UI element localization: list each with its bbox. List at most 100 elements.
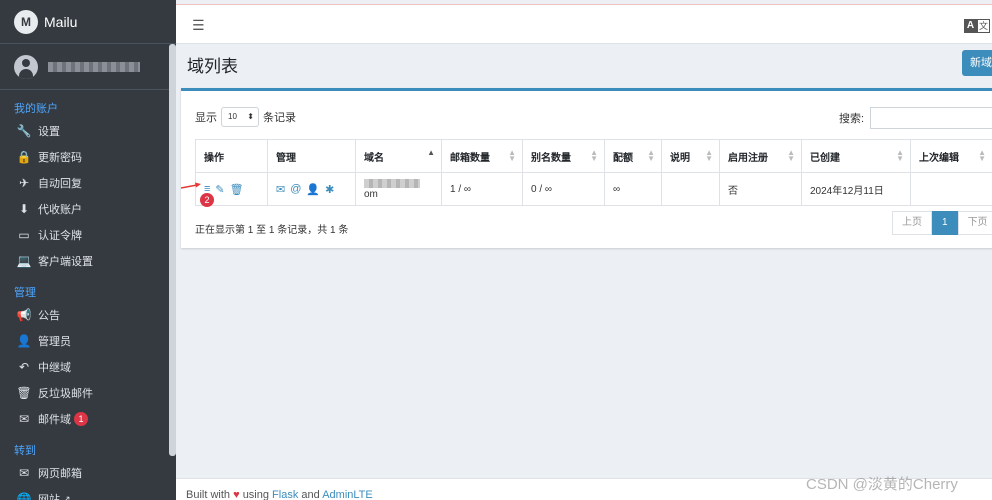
nav-item-label: 网页邮箱 (38, 468, 82, 480)
col-header-comment[interactable]: 说明 ▲ ▼ (661, 139, 720, 173)
domain-list-card: 显示 10 ⬍ 条记录 搜索: 操作 管理 域名 ▲ 邮箱数量 ▲ ▼ 别名数量 ▲ ▼ … (181, 88, 992, 248)
alternatives-icon[interactable]: ✱ (325, 183, 334, 196)
nav-item-label: 公告 (38, 310, 60, 322)
envelope-icon: ✉ (18, 412, 30, 426)
page-size-select[interactable]: 10 ⬍ (221, 107, 259, 127)
table-info: 正在显示第 1 至 1 条记录，共 1 条 (195, 225, 349, 236)
annotation-badge: 1 (74, 412, 88, 426)
col-header-mailboxes[interactable]: 邮箱数量 ▲ ▼ (441, 139, 523, 173)
nav-item-settings[interactable]: 🔧 设置 (0, 118, 176, 144)
domain-table: 操作 管理 域名 ▲ 邮箱数量 ▲ ▼ 别名数量 ▲ ▼ 配额 ▲ ▼ 说明 ▲ ▼ 启用注册 ▲ ▼… (195, 139, 992, 206)
sort-icon: ▲ ▼ (978, 148, 986, 163)
prev-page-button[interactable]: 上页 (892, 211, 932, 235)
wrench-icon: 🔧 (16, 124, 32, 138)
page-size-value: 10 (228, 112, 237, 121)
cell-mailbox-count: 1 / ∞ (441, 172, 523, 206)
menu-toggle-icon[interactable]: ☰ (192, 17, 205, 34)
col-header-manage: 管理 (267, 139, 356, 173)
adminlte-link[interactable]: AdminLTE (322, 489, 373, 500)
nav-item-webmail[interactable]: ✉ 网页邮箱 (0, 460, 176, 486)
user-name-redacted (48, 61, 140, 72)
page-1-button[interactable]: 1 (932, 211, 958, 235)
search-label: 搜索: (839, 113, 865, 125)
nav-item-mail-domains[interactable]: ✉ 邮件域 1 (0, 406, 176, 432)
show-prefix: 显示 (195, 112, 217, 124)
ticket-icon: ▭ (18, 228, 30, 242)
new-domain-button[interactable]: 新域 (962, 50, 992, 76)
pagination: 上页 1 下页 (892, 211, 992, 235)
annotation-step-marker: 2 (200, 193, 214, 207)
sort-icon: ▲ ▼ (508, 148, 516, 163)
nav-item-label: 中继域 (38, 362, 71, 374)
flask-link[interactable]: Flask (272, 489, 298, 500)
sort-asc-icon: ▲ (427, 148, 435, 157)
show-suffix: 条记录 (263, 112, 296, 124)
nav-item-label: 设置 (38, 126, 60, 138)
col-header-actions: 操作 (195, 139, 268, 173)
col-header-updated[interactable]: 上次编辑 ▲ ▼ (910, 139, 992, 173)
col-header-quota[interactable]: 配额 ▲ ▼ (604, 139, 662, 173)
annotation-arrow-icon (181, 182, 201, 189)
nav-item-label: 更新密码 (38, 152, 82, 164)
select-caret-icon: ⬍ (247, 112, 254, 121)
nav-item-label: 客户端设置 (38, 256, 93, 268)
brand-link[interactable]: M Mailu (0, 0, 176, 44)
table-header-row: 操作 管理 域名 ▲ 邮箱数量 ▲ ▼ 别名数量 ▲ ▼ 配额 ▲ ▼ 说明 ▲ ▼ 启用注册 ▲ ▼… (195, 139, 992, 173)
lock-icon: 🔒 (16, 150, 32, 164)
nav-item-password[interactable]: 🔒 更新密码 (0, 144, 176, 170)
nav-item-label: 反垃圾邮件 (38, 388, 93, 400)
sort-icon: ▲ ▼ (647, 148, 655, 163)
col-header-created[interactable]: 已创建 ▲ ▼ (801, 139, 911, 173)
cell-alias-count: 0 / ∞ (522, 172, 605, 206)
language-switch-icon[interactable]: A 文 (964, 19, 992, 35)
trash-icon: 🗑 (16, 386, 32, 400)
nav-item-administrators[interactable]: 👤 管理员 (0, 328, 176, 354)
globe-icon: 🌐 (16, 492, 32, 500)
nav-item-website[interactable]: 🌐 网站 ↗ (0, 486, 176, 500)
col-header-domain[interactable]: 域名 ▲ (355, 139, 442, 173)
managers-icon[interactable]: 👤 (306, 183, 320, 196)
sort-icon: ▲ ▼ (590, 148, 598, 163)
heart-icon: ♥ (233, 489, 240, 500)
table-row: ≡ ✎ 🗑 ✉ @ 👤 ✱ om 1 / ∞ 0 / ∞ ∞ 否 2024年12… (195, 172, 992, 206)
cell-quota: ∞ (604, 172, 662, 206)
nav-item-auto-reply[interactable]: ✈ 自动回复 (0, 170, 176, 196)
nav-header-goto: 转到 (14, 445, 36, 457)
nav-item-relay-domains[interactable]: ↶ 中继域 (0, 354, 176, 380)
nav-header-my-account: 我的账户 (14, 103, 58, 115)
sort-icon: ▲ ▼ (787, 148, 795, 163)
search-input[interactable] (870, 107, 992, 129)
nav-item-label: 邮件域 (38, 414, 71, 426)
bullhorn-icon: 📢 (16, 308, 32, 322)
page-length-control: 显示 10 ⬍ 条记录 (195, 107, 296, 127)
nav-item-fetch-accounts[interactable]: ⬇ 代收账户 (0, 196, 176, 222)
domain-name-redacted (364, 178, 420, 188)
mailu-logo-icon: M (14, 9, 38, 34)
nav-item-label: 代收账户 (38, 204, 82, 216)
col-header-aliases[interactable]: 别名数量 ▲ ▼ (522, 139, 605, 173)
next-page-button[interactable]: 下页 (957, 211, 992, 235)
sidebar-scrollbar[interactable] (169, 44, 176, 456)
cell-created: 2024年12月11日 (801, 172, 911, 206)
top-navbar: ☰ A 文 (176, 4, 992, 44)
envelope-icon: ✉ (18, 466, 30, 480)
delete-icon[interactable]: 🗑 (230, 183, 244, 196)
nav-item-auth-tokens[interactable]: ▭ 认证令牌 (0, 222, 176, 248)
aliases-icon[interactable]: @ (290, 183, 301, 195)
footer-text: Built with ♥ using Flask and AdminLTE (186, 489, 373, 500)
brand-name: Mailu (44, 13, 78, 30)
mailboxes-icon[interactable]: ✉ (276, 183, 285, 196)
nav-item-antispam[interactable]: 🗑 反垃圾邮件 (0, 380, 176, 406)
nav-header-admin: 管理 (14, 287, 36, 299)
edit-icon[interactable]: ✎ (215, 183, 224, 196)
nav-item-announcement[interactable]: 📢 公告 (0, 302, 176, 328)
search-control: 搜索: (839, 107, 992, 129)
download-icon: ⬇ (18, 202, 30, 216)
sort-icon: ▲ ▼ (705, 148, 713, 163)
user-panel[interactable] (0, 44, 176, 90)
col-header-signup[interactable]: 启用注册 ▲ ▼ (719, 139, 802, 173)
watermark: CSDN @淡黄的Cherry (806, 476, 958, 493)
sidebar: M Mailu 我的账户 🔧 设置 🔒 更新密码 ✈ 自动回复 ⬇ 代收账户 ▭… (0, 0, 176, 500)
nav-item-client-setup[interactable]: 💻 客户端设置 (0, 248, 176, 274)
cell-manage: ✉ @ 👤 ✱ (267, 172, 356, 206)
